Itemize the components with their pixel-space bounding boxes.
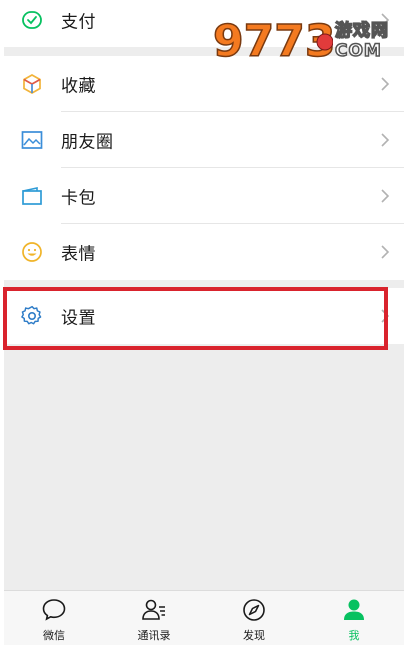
menu-item-cards[interactable]: 卡包 [4,168,404,224]
favorites-icon [20,72,44,96]
cards-icon [20,184,44,208]
chevron-right-icon [381,77,390,91]
menu-item-label: 朋友圈 [61,132,114,153]
tab-label: 我 [348,629,360,642]
tab-label: 微信 [43,629,65,642]
discover-features-group: 收藏 朋友圈 卡包 表情 [4,56,404,280]
tab-label: 发现 [243,629,265,642]
watermark-text: 游戏网 COM [334,20,389,62]
stickers-icon [20,240,44,264]
chevron-right-icon [381,245,390,259]
tab-label: 通讯录 [137,629,171,642]
tab-contacts[interactable]: 通讯录 [104,591,204,645]
settings-highlight-box [3,287,388,350]
chevron-right-icon [381,189,390,203]
me-icon [344,599,364,620]
menu-item-label: 卡包 [61,188,96,209]
bottom-tab-bar: 微信 通讯录 发现 我 [4,590,404,645]
menu-item-label: 收藏 [61,76,96,97]
chevron-right-icon [381,133,390,147]
menu-item-stickers[interactable]: 表情 [4,224,404,280]
discover-icon [243,599,265,621]
menu-item-label: 表情 [61,244,96,265]
pay-icon [20,8,44,32]
svg-text:9773: 9773 [213,16,333,67]
tab-me[interactable]: 我 [304,591,404,645]
contacts-icon [142,599,165,620]
watermark-logo: 9773 [212,15,336,68]
tab-discover[interactable]: 发现 [204,591,304,645]
chats-icon [42,599,66,621]
site-watermark: 9773 游戏网 COM [212,10,389,70]
menu-item-moments[interactable]: 朋友圈 [4,112,404,168]
moments-icon [20,128,44,152]
tab-chats[interactable]: 微信 [4,591,104,645]
menu-item-label: 支付 [61,12,96,33]
